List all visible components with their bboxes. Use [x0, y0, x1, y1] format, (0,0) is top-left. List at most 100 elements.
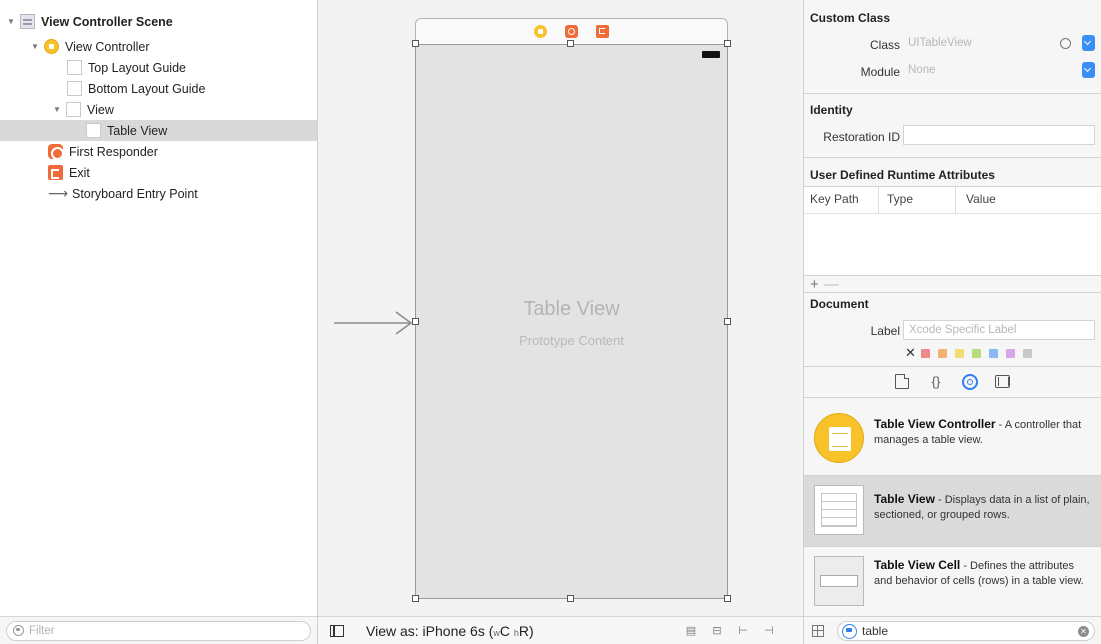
clear-search-icon[interactable]: ✕ [1078, 626, 1089, 637]
document-label-label: Label [870, 324, 900, 338]
class-field[interactable]: UITableView [903, 34, 1070, 54]
view-icon [66, 102, 81, 117]
storyboard-canvas[interactable]: Table View Prototype Content View as: iP… [318, 0, 804, 644]
library-search-input[interactable]: table ✕ [837, 621, 1095, 641]
storyboard-entry-arrow-icon[interactable] [332, 309, 416, 337]
library-item-title: Table View [874, 492, 935, 506]
resize-handle[interactable] [567, 40, 574, 47]
outline-item-first-responder[interactable]: First Responder [0, 141, 317, 162]
view-as-device-button[interactable]: View as: iPhone 6s (wC hR) [366, 623, 534, 639]
file-template-library-tab-icon[interactable] [895, 374, 909, 389]
layout-guide-icon [67, 60, 82, 75]
column-header-type[interactable]: Type [887, 192, 913, 206]
outline-item-bottom-layout-guide[interactable]: Bottom Layout Guide [0, 78, 317, 99]
library-item-text: Table View - Displays data in a list of … [874, 492, 1094, 523]
disclosure-triangle-icon[interactable]: ▼ [52, 105, 62, 114]
resolve-issues-icon[interactable]: ⊣ [762, 625, 776, 637]
color-label-swatch[interactable] [1006, 349, 1015, 358]
resize-handle[interactable] [724, 40, 731, 47]
library-item-text: Table View Controller - A controller tha… [874, 417, 1094, 448]
document-outline-toggle-icon[interactable] [330, 625, 344, 637]
divider [804, 397, 1101, 398]
resize-handle[interactable] [724, 595, 731, 602]
resize-handle[interactable] [724, 318, 731, 325]
divider [804, 366, 1101, 367]
disclosure-triangle-icon[interactable]: ▼ [6, 17, 16, 26]
pin-icon[interactable]: ⊢ [736, 625, 750, 637]
outline-item-label: View Controller [65, 39, 150, 54]
table-view-icon [86, 123, 101, 138]
document-label-input[interactable]: Xcode Specific Label [903, 320, 1095, 340]
color-label-swatch[interactable] [938, 349, 947, 358]
color-label-swatch[interactable] [1023, 349, 1032, 358]
remove-attribute-button[interactable]: — [824, 276, 839, 293]
outline-item-label: Exit [69, 165, 90, 180]
table-view-canvas[interactable]: Table View Prototype Content [415, 44, 728, 599]
library-filter-bar: table ✕ [804, 616, 1101, 644]
media-library-tab-icon[interactable] [995, 375, 1010, 388]
view-controller-icon[interactable] [534, 25, 547, 38]
table-view-icon [814, 485, 864, 535]
clear-color-label-button[interactable]: ✕ [905, 345, 916, 361]
document-outline: ▼ View Controller Scene ▼ View Controlle… [0, 0, 318, 644]
color-label-swatch[interactable] [955, 349, 964, 358]
module-placeholder: None [908, 64, 936, 76]
prototype-content-label: Prototype Content [519, 333, 624, 348]
divider [804, 93, 1101, 94]
runtime-attributes-heading: User Defined Runtime Attributes [810, 168, 995, 182]
entry-arrow-icon: ⟶ [48, 185, 69, 201]
module-field[interactable]: None [903, 61, 1081, 81]
go-to-class-arrow-icon[interactable] [1060, 38, 1071, 49]
color-label-swatch[interactable] [989, 349, 998, 358]
outline-item-view-controller[interactable]: ▼ View Controller [0, 36, 317, 57]
object-library-tab-icon[interactable] [962, 374, 978, 390]
grid-view-toggle-icon[interactable] [812, 625, 824, 637]
layout-guide-icon [67, 81, 82, 96]
resize-handle[interactable] [567, 595, 574, 602]
divider [804, 157, 1101, 158]
outline-item-top-layout-guide[interactable]: Top Layout Guide [0, 57, 317, 78]
battery-icon [702, 51, 720, 58]
document-heading: Document [810, 297, 869, 311]
align-icon[interactable]: ⊟ [710, 625, 724, 637]
library-item-table-view[interactable]: Table View - Displays data in a list of … [804, 476, 1101, 546]
code-snippet-library-tab-icon[interactable]: {} [928, 374, 944, 389]
document-label-placeholder: Xcode Specific Label [909, 324, 1017, 336]
outline-item-label: View Controller Scene [41, 14, 173, 29]
library-search-value: table [862, 624, 889, 638]
outline-item-scene[interactable]: ▼ View Controller Scene [0, 11, 317, 32]
divider [804, 546, 1101, 547]
outline-item-label: Storyboard Entry Point [72, 186, 198, 201]
library-item-table-view-controller[interactable]: Table View Controller - A controller tha… [804, 405, 1101, 471]
class-dropdown-button[interactable] [1082, 35, 1095, 51]
runtime-attributes-table[interactable]: Key Path Type Value [804, 186, 1101, 276]
column-header-value[interactable]: Value [966, 192, 996, 206]
color-label-swatch[interactable] [972, 349, 981, 358]
add-attribute-button[interactable]: + [810, 276, 819, 293]
attribute-add-remove: + — [810, 276, 839, 293]
restoration-id-label: Restoration ID [823, 130, 900, 144]
filter-input[interactable]: Filter [6, 620, 311, 641]
outline-item-table-view[interactable]: Table View [0, 120, 317, 141]
view-as-label: View as: iPhone 6s ( [366, 623, 494, 639]
restoration-id-input[interactable] [903, 125, 1095, 145]
library-item-table-view-cell[interactable]: Table View Cell - Defines the attributes… [804, 548, 1101, 614]
outline-item-view[interactable]: ▼ View [0, 99, 317, 120]
first-responder-icon[interactable] [565, 25, 578, 38]
outline-item-exit[interactable]: Exit [0, 162, 317, 183]
module-dropdown-button[interactable] [1082, 62, 1095, 78]
first-responder-icon [48, 144, 64, 160]
exit-icon[interactable] [596, 25, 609, 38]
color-label-swatch[interactable] [921, 349, 930, 358]
scene-icon [20, 14, 35, 29]
canvas-bottom-bar: View as: iPhone 6s (wC hR) ▤ ⊟ ⊢ ⊣ [318, 616, 803, 644]
column-header-key-path[interactable]: Key Path [810, 192, 859, 206]
exit-icon [48, 165, 63, 180]
outline-item-label: View [87, 102, 114, 117]
resize-handle[interactable] [412, 40, 419, 47]
resize-handle[interactable] [412, 595, 419, 602]
column-divider [878, 187, 879, 213]
disclosure-triangle-icon[interactable]: ▼ [30, 42, 40, 51]
stack-icon[interactable]: ▤ [684, 625, 698, 637]
outline-item-storyboard-entry-point[interactable]: ⟶ Storyboard Entry Point [0, 183, 317, 204]
